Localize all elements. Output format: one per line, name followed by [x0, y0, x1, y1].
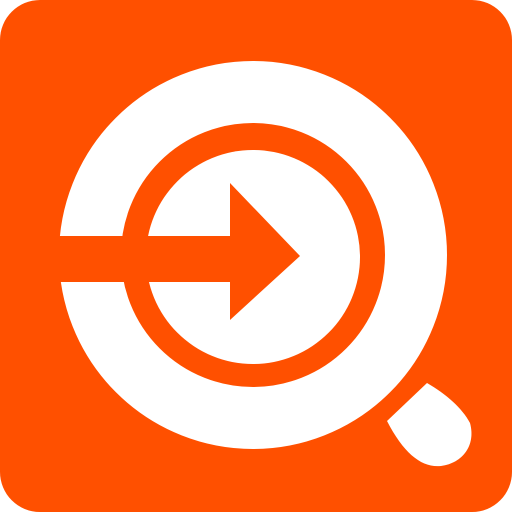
arrow-gap [40, 236, 152, 282]
arrow-shaft [150, 236, 240, 282]
search-enter-icon [0, 0, 512, 512]
app-icon [0, 0, 512, 512]
